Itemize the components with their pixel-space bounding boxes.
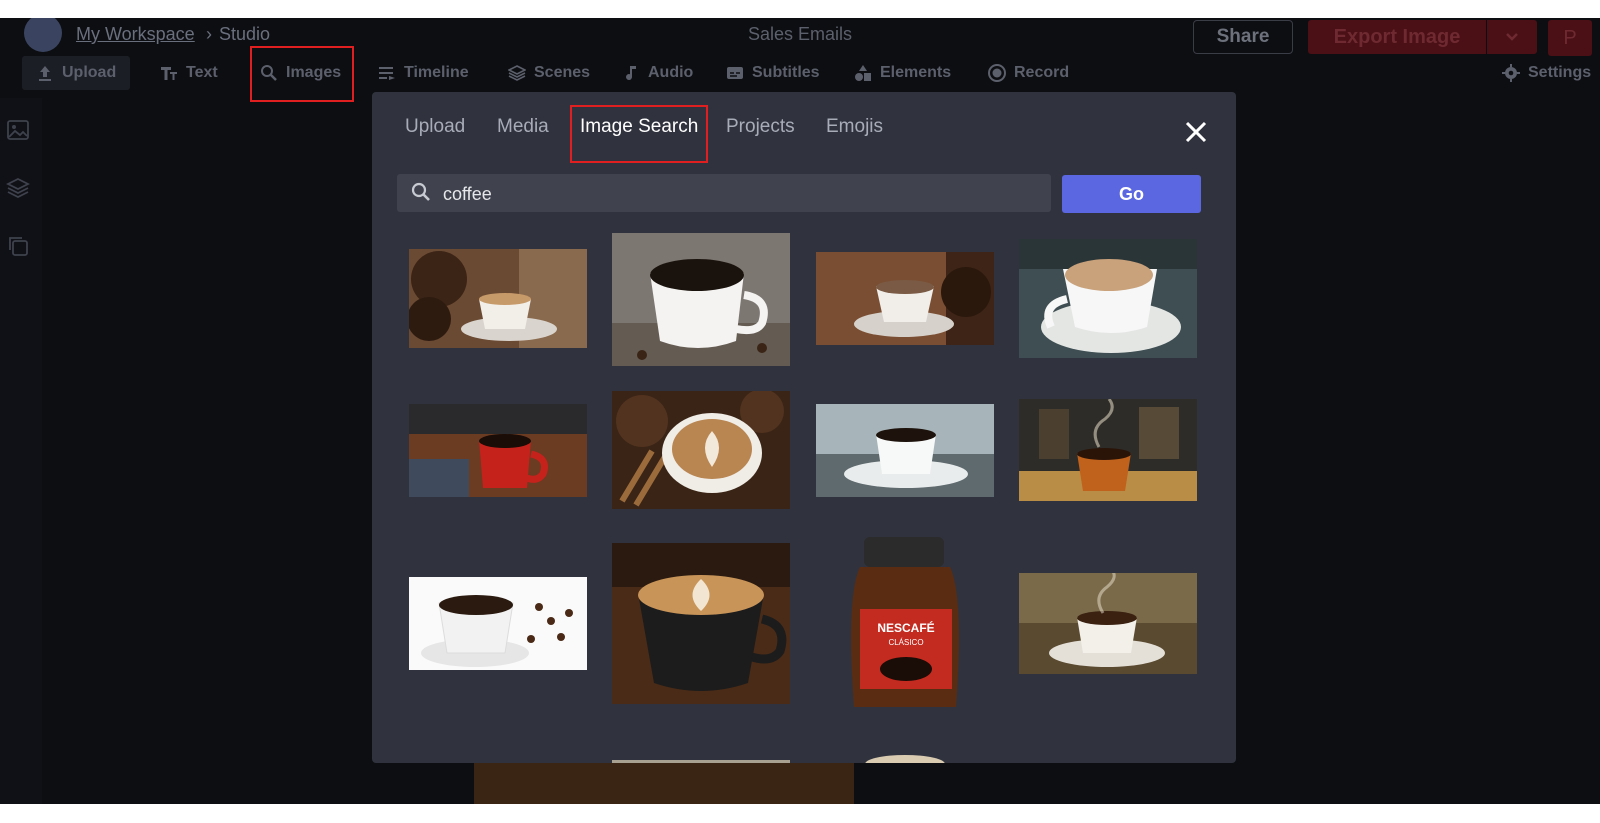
image-search-modal: Upload Media Image Search Projects Emoji… [372, 92, 1236, 763]
top-bar: My Workspace › Studio Sales Emails Share… [0, 18, 1600, 56]
breadcrumb-current: Studio [219, 24, 271, 44]
white-cup-saucer-image [816, 404, 994, 497]
layers-icon [508, 65, 526, 81]
red-mug-steam-image [409, 404, 587, 497]
search-box [397, 174, 1051, 214]
toolbar-images[interactable]: Images [260, 56, 341, 90]
toolbar-audio-label: Audio [648, 64, 694, 81]
toolbar-settings[interactable]: Settings [1502, 56, 1591, 90]
toolbar: Upload Text Images Timeline Scenes Audio… [0, 56, 1600, 96]
toolbar-record[interactable]: Record [988, 56, 1069, 90]
toolbar-upload[interactable]: Upload [22, 56, 131, 90]
image-icon[interactable] [6, 118, 30, 142]
export-options-button[interactable] [1487, 20, 1537, 54]
result-image[interactable] [409, 577, 587, 670]
result-image[interactable] [862, 754, 948, 763]
toolbar-elements[interactable]: Elements [854, 56, 951, 90]
timeline-icon [379, 67, 395, 80]
result-image[interactable] [1019, 239, 1197, 358]
result-image[interactable] [612, 543, 790, 704]
breadcrumb-separator: › [206, 24, 212, 44]
toolbar-record-label: Record [1014, 64, 1070, 81]
tab-projects[interactable]: Projects [726, 116, 795, 138]
toolbar-scenes-label: Scenes [534, 64, 591, 81]
left-rail [0, 98, 42, 804]
toolbar-audio[interactable]: Audio [622, 56, 693, 90]
toolbar-text-label: Text [186, 64, 218, 81]
close-icon[interactable] [1184, 120, 1208, 144]
toolbar-subtitles-label: Subtitles [752, 64, 820, 81]
steaming-orange-cup-image [1019, 399, 1197, 501]
gear-icon [1502, 64, 1520, 82]
profile-button[interactable]: P [1548, 20, 1592, 56]
instant-coffee-jar-image: NESCAFÉ CLÁSICO [816, 537, 994, 711]
cup-saucer-smoke-image [1019, 573, 1197, 674]
result-image[interactable]: NESCAFÉ CLÁSICO [816, 537, 994, 711]
upload-icon [39, 66, 51, 81]
breadcrumb-workspace-link[interactable]: My Workspace [76, 24, 195, 45]
share-button[interactable]: Share [1193, 20, 1293, 54]
result-image[interactable] [612, 760, 790, 763]
toolbar-text[interactable]: Text [160, 56, 218, 90]
result-image[interactable] [409, 249, 587, 348]
result-image[interactable] [1019, 573, 1197, 674]
toolbar-upload-label: Upload [62, 64, 117, 81]
latte-art-black-cup-image [612, 543, 790, 704]
search-icon [411, 182, 430, 201]
tab-upload[interactable]: Upload [405, 116, 465, 138]
partial-result-image [865, 755, 945, 763]
search-input[interactable] [441, 174, 1045, 214]
toolbar-settings-label: Settings [1528, 64, 1592, 81]
toolbar-subtitles[interactable]: Subtitles [726, 56, 820, 90]
result-image[interactable] [612, 391, 790, 509]
record-icon [988, 64, 1006, 82]
toolbar-timeline-label: Timeline [404, 64, 469, 81]
shapes-icon [855, 65, 871, 81]
tab-emojis[interactable]: Emojis [826, 116, 883, 138]
result-image[interactable] [409, 404, 587, 497]
steaming-cup-beans-image [816, 252, 994, 345]
music-note-icon [626, 66, 636, 81]
jar-variant-label: CLÁSICO [888, 638, 923, 647]
search-icon [261, 65, 277, 81]
canvas-preview[interactable] [474, 763, 854, 804]
text-icon [161, 67, 177, 80]
coffee-cup-beans-image [409, 249, 587, 348]
latte-art-beans-image [612, 391, 790, 509]
subtitles-icon [727, 67, 743, 79]
layers-icon[interactable] [6, 176, 30, 200]
copy-icon[interactable] [6, 234, 30, 258]
tab-media[interactable]: Media [497, 116, 549, 138]
tab-image-search[interactable]: Image Search [580, 116, 698, 138]
go-button[interactable]: Go [1062, 175, 1201, 213]
result-image[interactable] [816, 404, 994, 497]
chevron-down-icon [1506, 33, 1518, 41]
white-cup-scattered-beans-image [409, 577, 587, 670]
toolbar-elements-label: Elements [880, 64, 952, 81]
result-image[interactable] [612, 233, 790, 366]
espresso-cup-table-image [1019, 239, 1197, 358]
partial-result-image [612, 760, 790, 763]
toolbar-images-label: Images [286, 64, 342, 81]
result-image[interactable] [816, 252, 994, 345]
toolbar-timeline[interactable]: Timeline [378, 56, 469, 90]
result-image[interactable] [1019, 399, 1197, 501]
toolbar-scenes[interactable]: Scenes [508, 56, 590, 90]
jar-brand-label: NESCAFÉ [877, 620, 934, 635]
export-image-button[interactable]: Export Image [1308, 20, 1486, 54]
workspace-avatar[interactable] [24, 18, 62, 52]
white-cup-black-coffee-image [612, 233, 790, 366]
